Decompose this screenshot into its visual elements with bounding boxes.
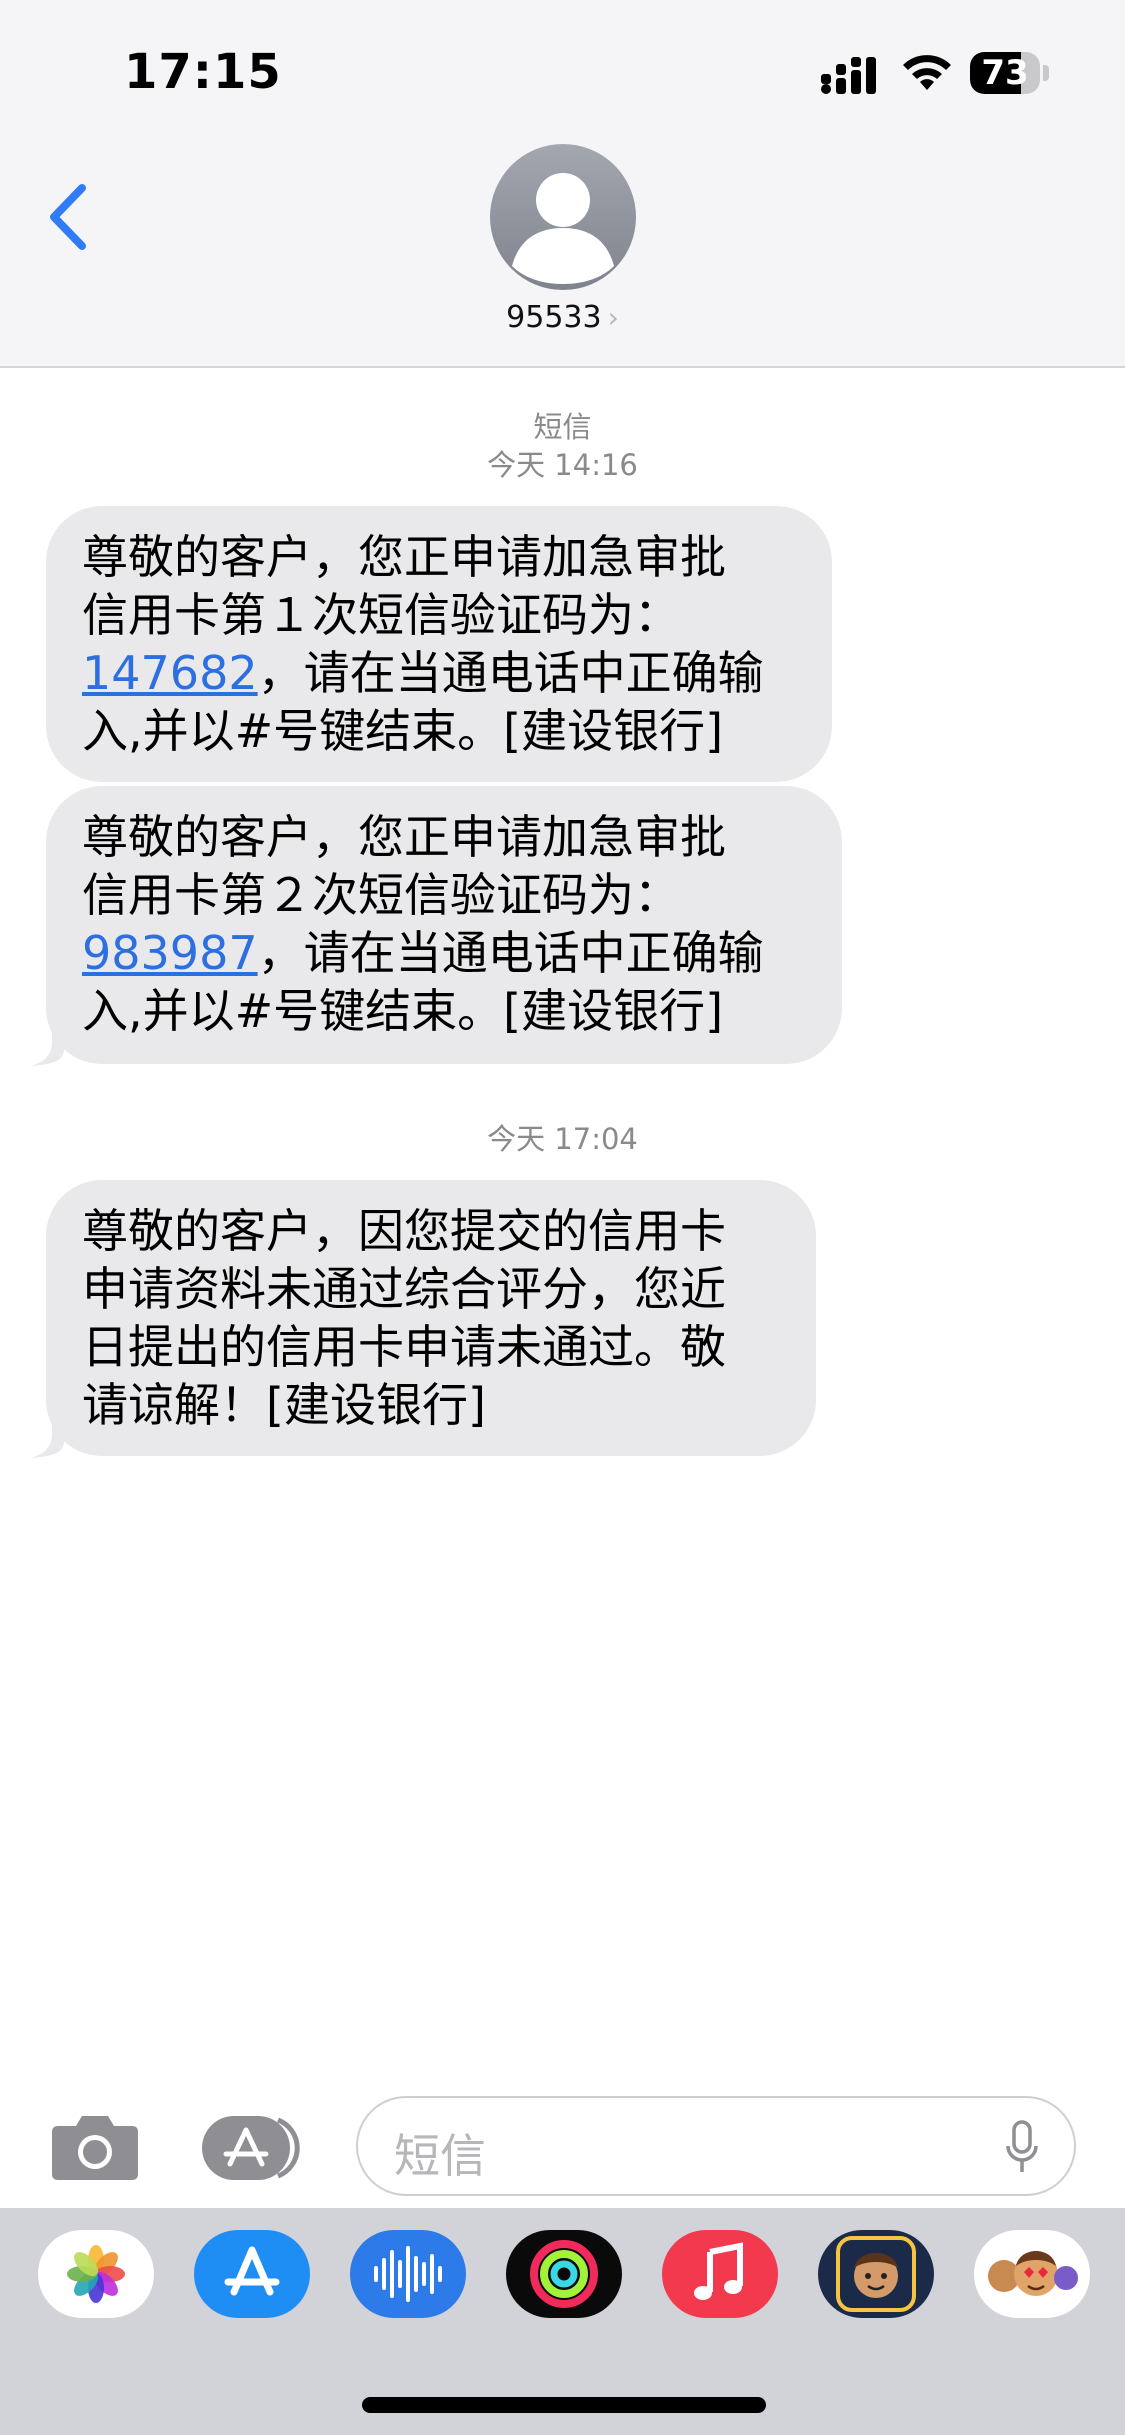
message-bubble[interactable]: 尊敬的客户，因您提交的信用卡 申请资料未通过综合评分，您近 日提出的信用卡申请未… xyxy=(46,1180,816,1456)
battery-icon: 73 xyxy=(970,52,1050,96)
app-store-app-icon[interactable] xyxy=(194,2230,310,2318)
verification-code-link[interactable]: 983987 xyxy=(82,926,258,980)
bubble-tail xyxy=(30,1410,64,1458)
message-input[interactable]: 短信 xyxy=(356,2096,1076,2196)
verification-code-link[interactable]: 147682 xyxy=(82,646,258,700)
service-label: 短信 xyxy=(533,410,592,444)
message-line: 尊敬的客户，因您提交的信用卡 xyxy=(82,1204,726,1258)
message-line: 信用卡第２次短信验证码为： xyxy=(82,868,680,922)
timestamp: 今天 17:04 xyxy=(487,1122,638,1156)
audio-messages-app-icon[interactable] xyxy=(350,2230,466,2318)
bubble-tail xyxy=(30,1018,64,1066)
contact-number[interactable]: 95533 xyxy=(506,300,601,335)
camera-icon[interactable] xyxy=(50,2110,140,2182)
memoji-stickers-app-icon[interactable] xyxy=(974,2230,1090,2318)
status-time: 17:15 xyxy=(124,44,282,100)
home-indicator[interactable] xyxy=(362,2397,766,2413)
activity-app-icon[interactable] xyxy=(506,2230,622,2318)
conversation-header: 17:15 73 95533 › xyxy=(0,0,1125,368)
message-line: 日提出的信用卡申请未通过。敬 xyxy=(82,1320,726,1374)
message-bubble[interactable]: 尊敬的客户，您正申请加急审批 信用卡第１次短信验证码为： 147682，请在当通… xyxy=(46,506,832,782)
message-line: 入,并以#号键结束。[建设银行] xyxy=(82,704,724,758)
message-line: 申请资料未通过综合评分，您近 xyxy=(82,1262,726,1316)
photos-app-icon[interactable] xyxy=(38,2230,154,2318)
music-app-icon[interactable] xyxy=(662,2230,778,2318)
message-bubble[interactable]: 尊敬的客户，您正申请加急审批 信用卡第２次短信验证码为： 983987，请在当通… xyxy=(46,786,842,1064)
message-line: ，请在当通电话中正确输 xyxy=(257,926,764,980)
message-input-placeholder: 短信 xyxy=(394,2129,486,2183)
message-line: 信用卡第１次短信验证码为： xyxy=(82,588,680,642)
contact-chevron-icon: › xyxy=(607,301,619,334)
contact-avatar-icon[interactable] xyxy=(490,144,636,290)
message-line: ，请在当通电话中正确输 xyxy=(257,646,764,700)
app-store-icon[interactable] xyxy=(200,2114,304,2182)
back-chevron-icon[interactable] xyxy=(44,182,92,252)
contact-name[interactable]: 95533 › xyxy=(0,300,1125,335)
wifi-icon xyxy=(903,55,951,90)
cellular-signal-icon xyxy=(821,57,876,94)
microphone-icon[interactable] xyxy=(1004,2120,1040,2176)
message-line: 尊敬的客户，您正申请加急审批 xyxy=(82,530,726,584)
timestamp: 今天 14:16 xyxy=(487,448,638,482)
message-line: 尊敬的客户，您正申请加急审批 xyxy=(82,810,726,864)
memoji-app-icon[interactable] xyxy=(818,2230,934,2318)
battery-percentage: 73 xyxy=(981,53,1029,93)
message-line: 请谅解！[建设银行] xyxy=(82,1378,486,1432)
message-line: 入,并以#号键结束。[建设银行] xyxy=(82,984,724,1038)
